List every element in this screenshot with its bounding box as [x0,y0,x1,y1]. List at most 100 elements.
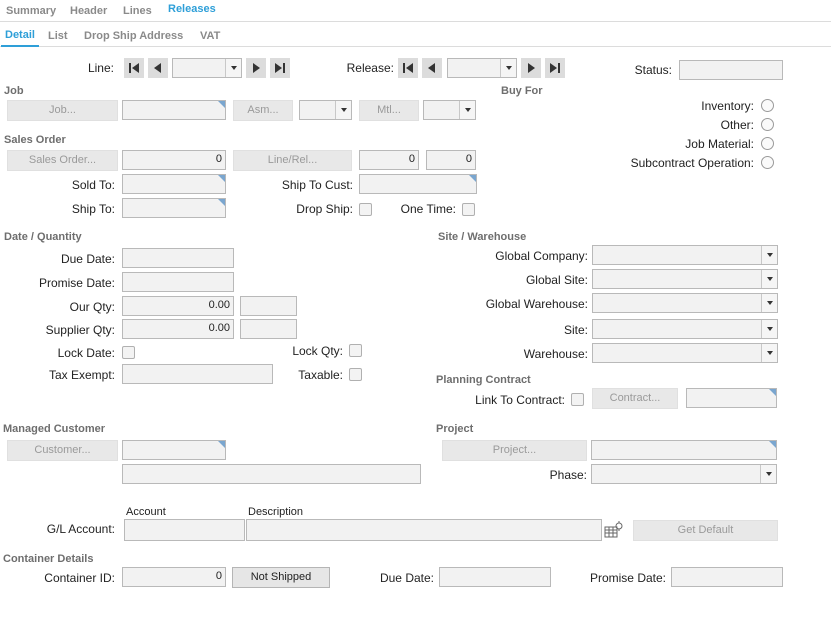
container-due-date-label: Due Date: [379,571,434,585]
release-next-button[interactable] [521,58,541,78]
container-id-field[interactable]: 0 [122,567,226,587]
so-release-field[interactable]: 0 [426,150,476,170]
sales-order-button[interactable]: Sales Order... [7,150,118,171]
tab-summary[interactable]: Summary [6,5,56,17]
not-shipped-button[interactable]: Not Shipped [232,567,330,588]
tab-list[interactable]: List [48,30,68,42]
supplier-qty-uom-field[interactable] [240,319,297,339]
tab-lines[interactable]: Lines [123,5,152,17]
gl-account-label: G/L Account: [46,522,115,536]
account-lookup-icon [604,521,623,538]
our-qty-field[interactable]: 0.00 [122,296,234,316]
chevron-down-icon[interactable] [225,59,241,77]
asm-button[interactable]: Asm... [233,100,293,121]
release-label: Release: [346,61,394,75]
inventory-radio[interactable] [761,99,774,112]
asm-combo[interactable] [299,100,352,120]
global-site-combo[interactable] [592,269,778,289]
ship-to-field[interactable] [122,198,226,218]
chevron-down-icon[interactable] [761,270,777,288]
chevron-down-icon[interactable] [761,344,777,362]
global-site-label: Global Site: [525,273,588,287]
global-company-combo[interactable] [592,245,778,265]
tab-detail[interactable]: Detail [1,29,39,47]
tab-drop-ship-address[interactable]: Drop Ship Address [84,30,183,42]
line-prev-button[interactable] [148,58,168,78]
warehouse-combo[interactable] [592,343,778,363]
customer-button[interactable]: Customer... [7,440,118,461]
project-section-title: Project [436,423,474,435]
sales-order-section-title: Sales Order [4,134,66,146]
tab-vat[interactable]: VAT [200,30,220,42]
container-id-label: Container ID: [44,571,115,585]
other-radio[interactable] [761,118,774,131]
gl-lookup-button[interactable] [604,520,624,540]
so-line-field[interactable]: 0 [359,150,419,170]
due-date-field[interactable] [122,248,234,268]
line-combo[interactable] [172,58,242,78]
ship-to-cust-field[interactable] [359,174,477,194]
taxable-checkbox[interactable] [349,368,362,381]
container-promise-date-field[interactable] [671,567,783,587]
customer-field[interactable] [122,440,226,460]
next-icon [528,63,535,73]
chevron-down-icon[interactable] [459,101,475,119]
container-due-date-field[interactable] [439,567,551,587]
top-tab-bar: Summary Header Lines Releases [0,0,831,22]
mtl-button[interactable]: Mtl... [359,100,419,121]
sold-to-label: Sold To: [71,178,115,192]
chevron-down-icon[interactable] [761,320,777,338]
description-column-header: Description [248,506,304,518]
drop-ship-checkbox[interactable] [359,203,372,216]
lock-date-checkbox[interactable] [122,346,135,359]
supplier-qty-label: Supplier Qty: [45,323,115,337]
project-field[interactable] [591,440,777,460]
line-last-button[interactable] [270,58,290,78]
ship-to-label: Ship To: [71,202,115,216]
lock-qty-label: Lock Qty: [292,344,343,358]
contract-field[interactable] [686,388,777,408]
sold-to-field[interactable] [122,174,226,194]
inventory-label: Inventory: [701,99,754,113]
customer-name-field[interactable] [122,464,421,484]
chevron-down-icon[interactable] [500,59,516,77]
release-first-button[interactable] [398,58,418,78]
lock-date-label: Lock Date: [57,346,115,360]
status-field[interactable] [679,60,783,80]
sales-order-field[interactable]: 0 [122,150,226,170]
line-label: Line: [87,61,114,75]
first-icon [403,63,413,73]
job-material-radio[interactable] [761,137,774,150]
chevron-down-icon[interactable] [760,465,776,483]
one-time-checkbox[interactable] [462,203,475,216]
site-combo[interactable] [592,319,778,339]
mtl-combo[interactable] [423,100,476,120]
promise-date-field[interactable] [122,272,234,292]
job-field[interactable] [122,100,226,120]
supplier-qty-field[interactable]: 0.00 [122,319,234,339]
line-next-button[interactable] [246,58,266,78]
subcontract-operation-radio[interactable] [761,156,774,169]
release-prev-button[interactable] [422,58,442,78]
gl-description-field[interactable] [246,519,602,541]
tab-header[interactable]: Header [70,5,107,17]
contract-button[interactable]: Contract... [592,388,678,409]
line-first-button[interactable] [124,58,144,78]
our-qty-uom-field[interactable] [240,296,297,316]
chevron-down-icon[interactable] [761,294,777,312]
tab-releases[interactable]: Releases [168,3,216,15]
lock-qty-checkbox[interactable] [349,344,362,357]
job-button[interactable]: Job... [7,100,118,121]
release-last-button[interactable] [545,58,565,78]
line-rel-button[interactable]: Line/Rel... [233,150,352,171]
gl-account-field[interactable] [124,519,245,541]
project-button[interactable]: Project... [442,440,587,461]
release-combo[interactable] [447,58,517,78]
get-default-button[interactable]: Get Default [633,520,778,541]
global-warehouse-combo[interactable] [592,293,778,313]
link-to-contract-checkbox[interactable] [571,393,584,406]
sub-tab-bar: Detail List Drop Ship Address VAT [0,22,831,47]
phase-combo[interactable] [591,464,777,484]
chevron-down-icon[interactable] [335,101,351,119]
chevron-down-icon[interactable] [761,246,777,264]
